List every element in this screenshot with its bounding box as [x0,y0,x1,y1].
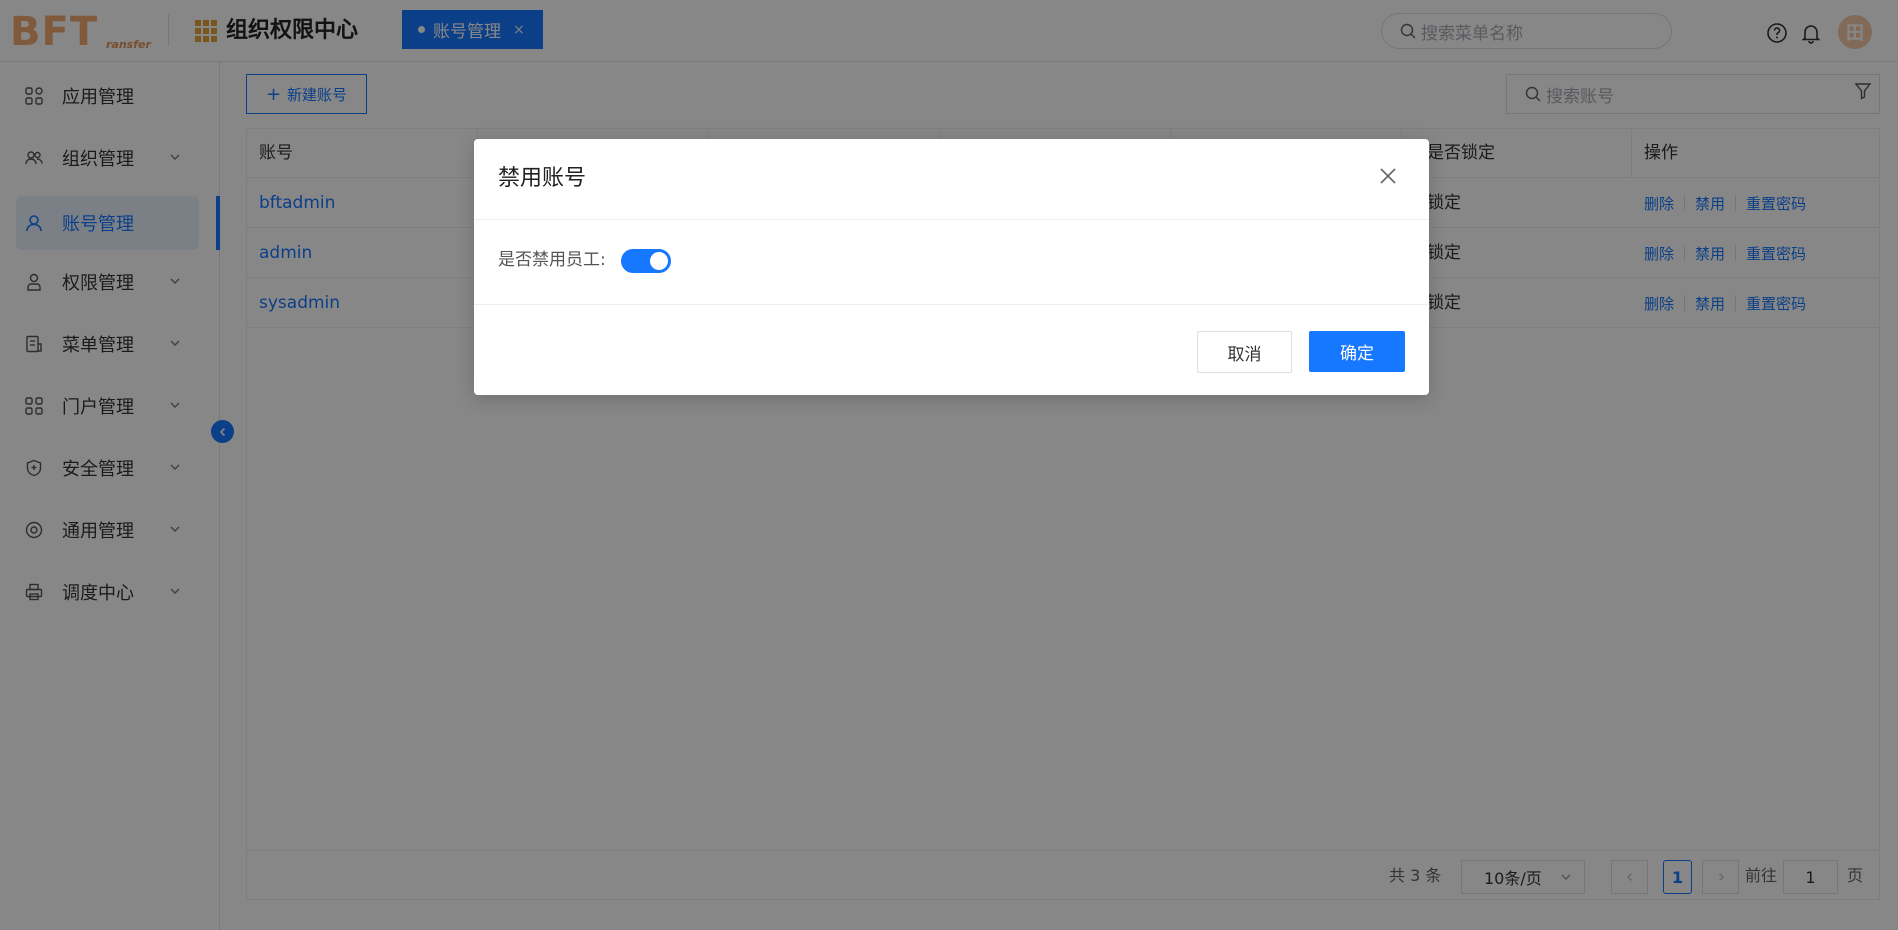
dialog-divider [474,219,1429,220]
confirm-button[interactable]: 确定 [1309,331,1405,372]
dialog-title: 禁用账号 [498,166,587,191]
close-icon[interactable] [1377,165,1399,187]
cancel-button[interactable]: 取消 [1197,331,1292,373]
disable-account-dialog: 禁用账号 是否禁用员工: 取消 确定 [474,139,1429,395]
disable-employee-switch[interactable] [621,249,671,273]
switch-knob [650,252,668,270]
dialog-divider [474,304,1429,305]
disable-employee-label: 是否禁用员工: [498,250,606,270]
